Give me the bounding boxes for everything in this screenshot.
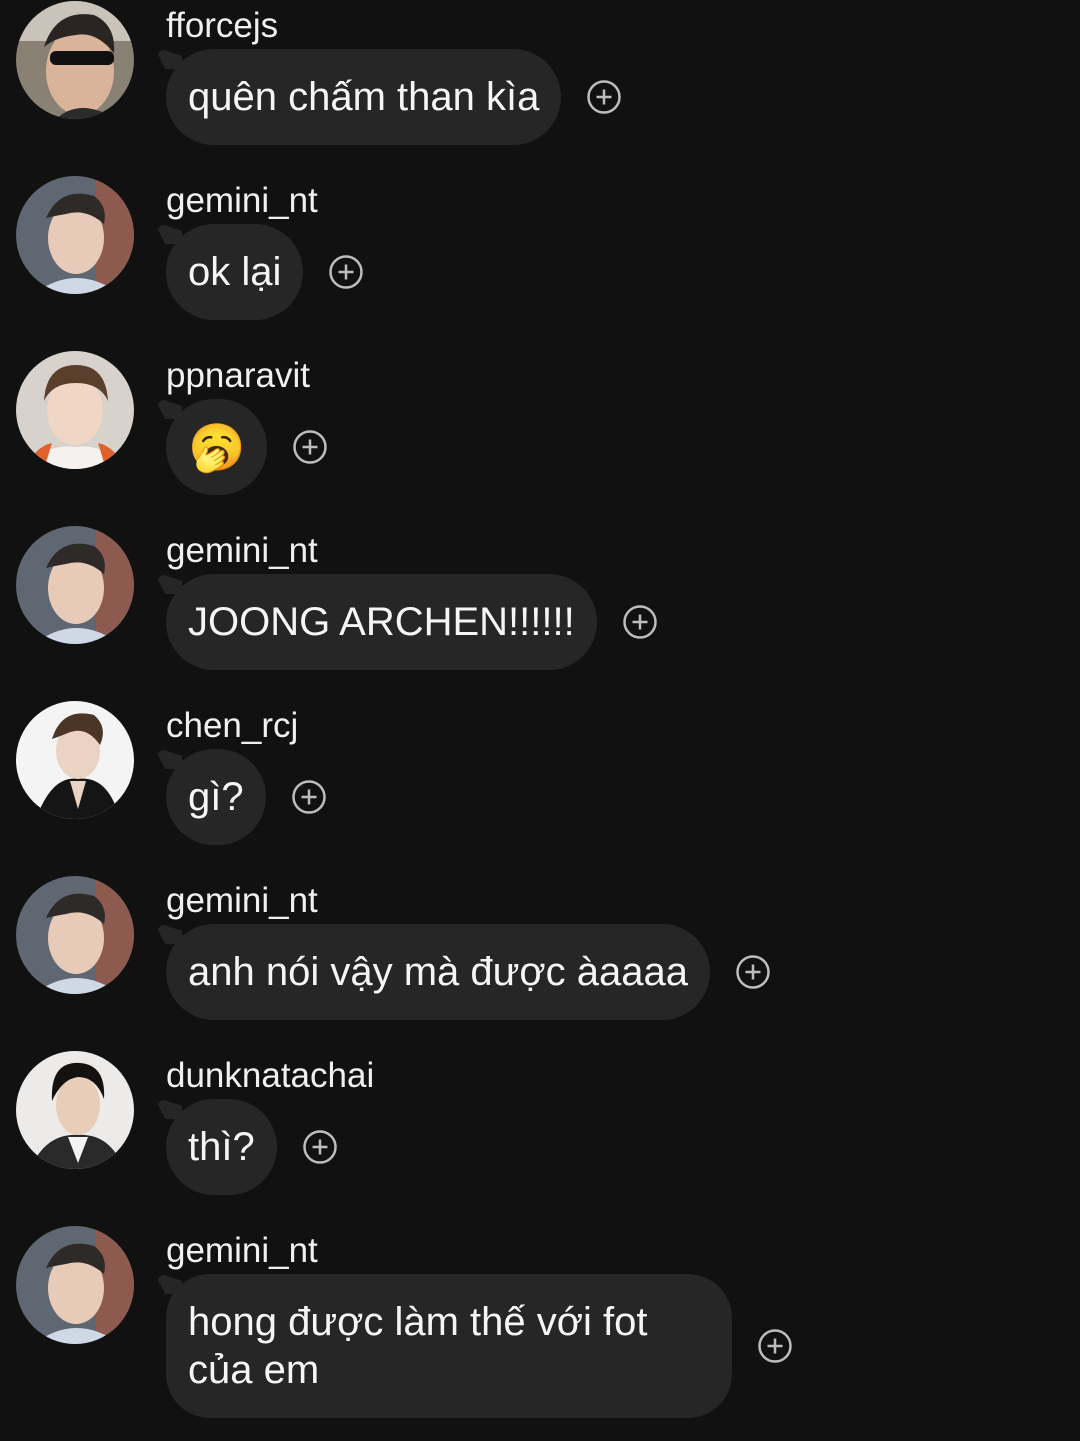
username[interactable]: gemini_nt [166, 879, 318, 923]
add-reaction-icon[interactable] [736, 955, 770, 989]
avatar[interactable] [16, 351, 134, 469]
message-bubble[interactable]: anh nói vậy mà được àaaaa [166, 924, 710, 1020]
message-bubble-row: anh nói vậy mà được àaaaa [166, 924, 770, 1020]
username[interactable]: ppnaravit [166, 354, 310, 398]
message-bubble-row: ok lại [166, 224, 364, 320]
avatar[interactable] [16, 701, 134, 819]
add-reaction-icon[interactable] [758, 1329, 792, 1363]
username[interactable]: gemini_nt [166, 529, 318, 573]
message-bubble-row: gì? [166, 749, 326, 845]
message-bubble-row: thì? [166, 1099, 337, 1195]
message-bubble-row: 🥱 [166, 399, 328, 495]
avatar[interactable] [16, 1, 134, 119]
message-bubble-row: quên chấm than kìa [166, 49, 622, 145]
message-bubble[interactable]: ok lại [166, 224, 304, 320]
avatar[interactable] [16, 1226, 134, 1344]
add-reaction-icon[interactable] [302, 1130, 337, 1164]
message-bubble-row: JOONG ARCHEN!!!!!! [166, 574, 657, 670]
message-bubble[interactable]: quên chấm than kìa [166, 49, 562, 145]
avatar[interactable] [16, 876, 134, 994]
username[interactable]: gemini_nt [166, 179, 318, 223]
avatar[interactable] [16, 176, 134, 294]
message-bubble[interactable]: JOONG ARCHEN!!!!!! [166, 574, 597, 670]
add-reaction-icon[interactable] [622, 605, 657, 639]
add-reaction-icon[interactable] [293, 430, 328, 464]
message-bubble[interactable]: 🥱 [166, 399, 268, 495]
message-bubble-row: hong được làm thế với fot của em [166, 1274, 792, 1418]
add-reaction-icon[interactable] [587, 80, 622, 114]
avatar[interactable] [16, 526, 134, 644]
comment-thread: fforcejs quên chấm than kìa gemini_nt ok… [0, 0, 1080, 1441]
message-bubble[interactable]: thì? [166, 1099, 277, 1195]
yawn-emoji: 🥱 [188, 421, 246, 473]
message-bubble[interactable]: hong được làm thế với fot của em [166, 1274, 732, 1418]
username[interactable]: chen_rcj [166, 704, 298, 748]
username[interactable]: fforcejs [166, 4, 278, 48]
add-reaction-icon[interactable] [329, 255, 364, 289]
username[interactable]: dunknatachai [166, 1054, 374, 1098]
avatar[interactable] [16, 1051, 134, 1169]
add-reaction-icon[interactable] [291, 780, 326, 814]
message-bubble[interactable]: gì? [166, 749, 266, 845]
username[interactable]: gemini_nt [166, 1229, 318, 1273]
